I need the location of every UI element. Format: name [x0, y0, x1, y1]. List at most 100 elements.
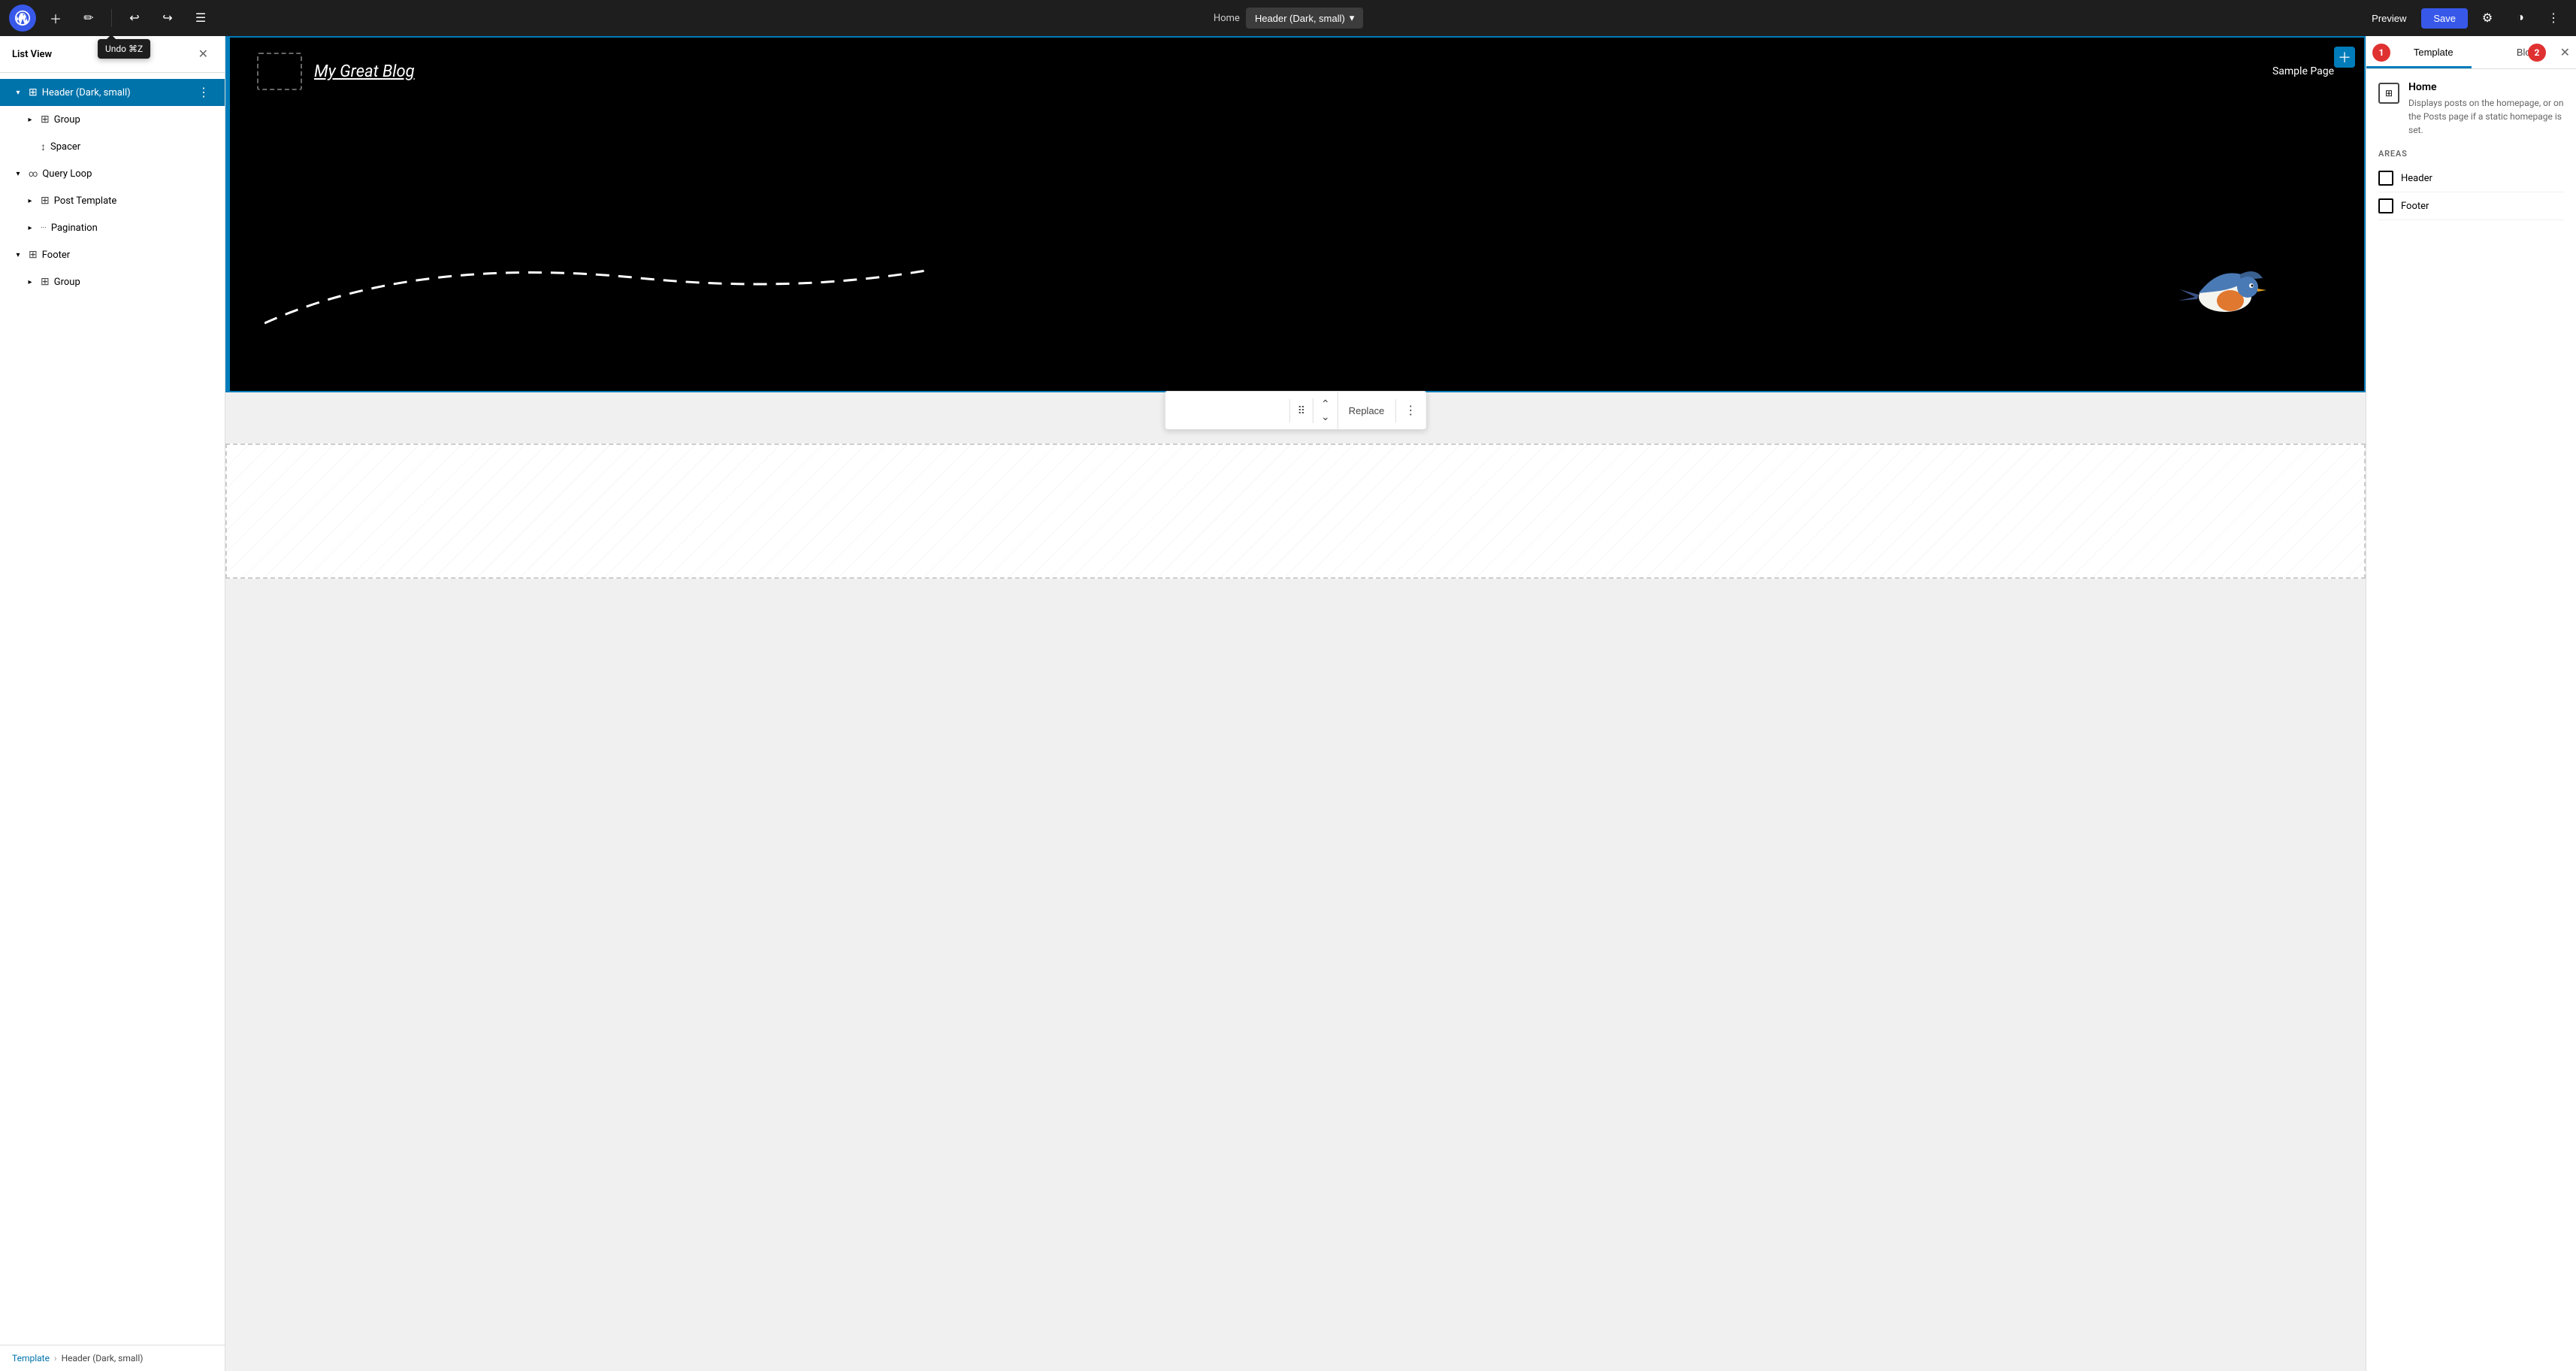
toolbar-replace-button[interactable]: Replace [1338, 399, 1396, 422]
sidebar-item-spacer[interactable]: ↕ Spacer ⋮ [0, 133, 225, 160]
breadcrumb-home: Home [1214, 13, 1240, 24]
breadcrumb-current: Header (Dark, small) [62, 1353, 144, 1363]
badge-1-container: 1 [2372, 44, 2390, 62]
sidebar-close-button[interactable]: ✕ [194, 45, 213, 63]
area-name-footer: Footer [2401, 201, 2429, 212]
dashed-path-svg [265, 241, 941, 331]
tab-indicator [2366, 66, 2472, 68]
breadcrumb-separator: › [54, 1353, 57, 1363]
template-home-info: Home Displays posts on the homepage, or … [2408, 81, 2564, 137]
canvas-area: My Great Blog Sample Page [225, 36, 2366, 1371]
preview-button[interactable]: Preview [2363, 8, 2415, 29]
topbar-center: Home Header (Dark, small) ▾ [220, 8, 2357, 29]
block-icon-group2: ⊞ [41, 276, 50, 288]
selection-indicator [227, 38, 230, 391]
add-block-button[interactable]: ＋ [42, 5, 69, 32]
sidebar-item-label-query-loop: Query Loop [42, 168, 190, 180]
sidebar-item-label-footer: Footer [42, 250, 190, 261]
sidebar-item-footer[interactable]: ⊞ Footer ⋮ [0, 241, 225, 268]
block-icon-toolbar: ⊞ [1176, 405, 1184, 416]
toolbar-block-name[interactable]: ⊞ Header (Dark, small) [1166, 399, 1290, 422]
sidebar-item-label-header: Header (Dark, small) [42, 87, 190, 98]
toolbar-move-updown[interactable]: ⌃⌄ [1314, 392, 1338, 429]
toolbar-drag-handle[interactable]: ⠿ [1290, 398, 1314, 423]
block-icon-header: ⊞ [29, 86, 38, 98]
placeholder-diagonal-lines [227, 445, 2364, 577]
chevron-group2 [24, 276, 36, 288]
template-home-icon: ⊞ [2378, 83, 2399, 104]
block-icon-pagination: ··· [41, 224, 47, 232]
canvas-inner: My Great Blog Sample Page [225, 36, 2366, 579]
toolbar-more-options[interactable]: ⋮ [1395, 397, 1426, 424]
sidebar-item-group1[interactable]: ⊞ Group ⋮ [0, 106, 225, 133]
second-placeholder-block [225, 443, 2366, 579]
separator-1 [111, 9, 112, 27]
template-selector[interactable]: Header (Dark, small) ▾ [1246, 8, 1363, 29]
chevron-group1 [24, 113, 36, 126]
sidebar-item-pagination[interactable]: ··· Pagination ⋮ [0, 214, 225, 241]
area-name-header: Header [2401, 173, 2432, 184]
chevron-footer [12, 249, 24, 261]
sidebar: List View ✕ ⊞ Header (Dark, small) ⋮ ⊞ G… [0, 36, 225, 1371]
header-image-area [227, 105, 2364, 391]
sidebar-item-label-post-template: Post Template [54, 195, 190, 207]
block-icon-query-loop: ∞ [29, 168, 38, 179]
wp-icon [15, 11, 30, 26]
sidebar-item-header[interactable]: ⊞ Header (Dark, small) ⋮ [0, 79, 225, 106]
area-item-header[interactable]: Header [2378, 165, 2564, 192]
main-area: List View ✕ ⊞ Header (Dark, small) ⋮ ⊞ G… [0, 36, 2576, 1371]
template-icon-glyph: ⊞ [2385, 88, 2393, 98]
undo-button[interactable]: ↩ [121, 5, 148, 32]
badge-1: 1 [2372, 44, 2390, 62]
list-view-button[interactable]: ☰ [187, 5, 214, 32]
sidebar-item-label-group1: Group [54, 114, 190, 126]
panel-tabs: 1 Template Block 2 ✕ [2366, 36, 2576, 69]
block-icon-group1: ⊞ [41, 113, 50, 126]
area-icon-footer [2378, 198, 2393, 213]
breadcrumb-template-link[interactable]: Template [12, 1353, 50, 1363]
badge-2-container: 2 [2528, 44, 2546, 62]
panel-close-button[interactable]: ✕ [2560, 45, 2570, 60]
area-item-footer[interactable]: Footer [2378, 192, 2564, 220]
header-block[interactable]: My Great Blog Sample Page [225, 36, 2366, 392]
sidebar-title: List View [12, 49, 52, 60]
theme-toggle-button[interactable]: ◑ [2507, 5, 2534, 32]
chevron-query-loop [12, 168, 24, 180]
area-icon-header [2378, 171, 2393, 186]
nav-link: Sample Page [2272, 65, 2334, 77]
undo-tooltip: Undo ⌘Z [98, 39, 150, 59]
chevron-pagination [24, 222, 36, 234]
chevron-post-template [24, 195, 36, 207]
topbar: ＋ ✏ ↩ ↪ ☰ Undo ⌘Z Home Header (Dark, sma… [0, 0, 2576, 36]
sidebar-item-group2[interactable]: ⊞ Group ⋮ [0, 268, 225, 295]
block-icon-post-template: ⊞ [41, 195, 50, 207]
chevron-down-icon: ▾ [1350, 12, 1355, 24]
areas-label: AREAS [2378, 149, 2564, 159]
sidebar-item-query-loop[interactable]: ∞ Query Loop ⋮ [0, 160, 225, 187]
wp-logo[interactable] [9, 5, 36, 32]
settings-button[interactable]: ⚙ [2474, 5, 2501, 32]
badge-2: 2 [2528, 44, 2546, 62]
topbar-right: Preview Save ⚙ ◑ ⋮ [2363, 5, 2567, 32]
template-home-title: Home [2408, 81, 2564, 93]
bird-icon [2176, 256, 2274, 331]
block-toolbar: ⊞ Header (Dark, small) ⠿ ⌃⌄ Replace ⋮ [1165, 391, 1427, 430]
save-button[interactable]: Save [2421, 8, 2468, 29]
toolbar-header-label: Header (Dark, small) [1190, 405, 1279, 416]
sidebar-footer: Template › Header (Dark, small) [0, 1345, 225, 1371]
chevron-header [12, 86, 24, 98]
panel-content: ⊞ Home Displays posts on the homepage, o… [2366, 69, 2576, 1371]
tools-button[interactable]: ✏ [75, 5, 102, 32]
sidebar-tree: ⊞ Header (Dark, small) ⋮ ⊞ Group ⋮ ↕ Spa… [0, 73, 225, 1345]
redo-button[interactable]: ↪ [154, 5, 181, 32]
sidebar-item-label-group2: Group [54, 277, 190, 288]
logo-placeholder [257, 53, 302, 90]
right-panel: 1 Template Block 2 ✕ ⊞ Home Displays pos… [2366, 36, 2576, 1371]
more-options-button[interactable]: ⋮ [2540, 5, 2567, 32]
header-nav: My Great Blog Sample Page [227, 38, 2364, 105]
block-icon-footer: ⊞ [29, 249, 38, 261]
sidebar-item-label-pagination: Pagination [51, 222, 190, 234]
header-more-button[interactable]: ⋮ [195, 85, 213, 100]
sidebar-item-post-template[interactable]: ⊞ Post Template ⋮ [0, 187, 225, 214]
add-block-in-header[interactable]: ＋ [2334, 47, 2355, 68]
